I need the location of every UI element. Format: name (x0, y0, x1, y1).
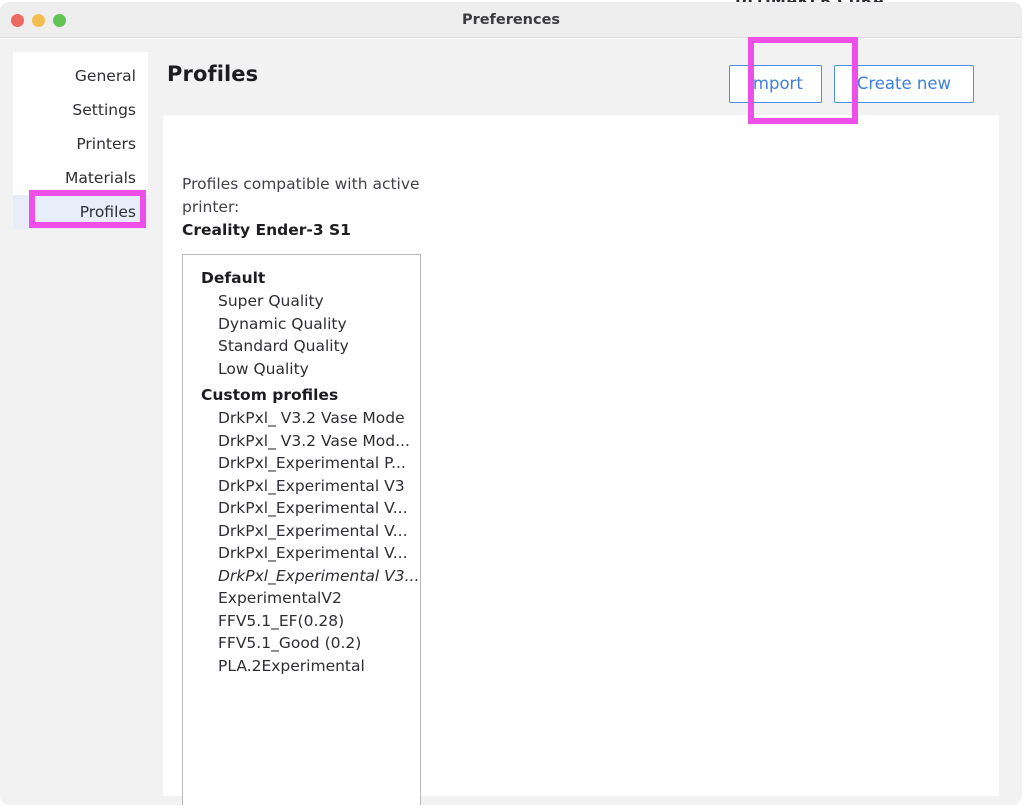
import-button[interactable]: Import (729, 65, 822, 103)
list-item[interactable]: DrkPxl_Experimental V3.... (183, 565, 420, 588)
header-action-group: Import Create new (729, 65, 974, 103)
list-item[interactable]: Dynamic Quality (183, 313, 420, 336)
window-titlebar: Preferences (0, 2, 1022, 38)
window-title: Preferences (0, 12, 1022, 28)
list-item[interactable]: DrkPxl_ V3.2 Vase Mode (183, 407, 420, 430)
list-item[interactable]: DrkPxl_Experimental V... (183, 497, 420, 520)
list-item[interactable]: DrkPxl_Experimental P... (183, 452, 420, 475)
list-item[interactable]: Standard Quality (183, 335, 420, 358)
list-item[interactable]: DrkPxl_Experimental V3 (183, 475, 420, 498)
list-item[interactable]: Low Quality (183, 358, 420, 381)
sidebar-item-general[interactable]: General (13, 59, 148, 93)
list-item[interactable]: DrkPxl_Experimental V... (183, 520, 420, 543)
list-item[interactable]: PLA.2Experimental (183, 655, 420, 678)
list-item[interactable]: DrkPxl_Experimental V... (183, 542, 420, 565)
sidebar-item-printers[interactable]: Printers (13, 127, 148, 161)
window-body: General Settings Printers Materials Prof… (0, 39, 1022, 805)
list-item[interactable]: FFV5.1_EF(0.28) (183, 610, 420, 633)
list-item[interactable]: Super Quality (183, 290, 420, 313)
active-printer-name: Creality Ender-3 S1 (182, 219, 422, 242)
list-item[interactable]: DrkPxl_ V3.2 Vase Mod... (183, 430, 420, 453)
preferences-window: Preferences General Settings Printers Ma… (0, 0, 1024, 808)
main-pane: Profiles Import Create new Profiles comp… (163, 39, 999, 796)
sidebar-item-label: Settings (72, 101, 136, 119)
sidebar-item-materials[interactable]: Materials (13, 161, 148, 195)
page-title: Profiles (167, 62, 258, 86)
list-item[interactable]: ExperimentalV2 (183, 587, 420, 610)
main-content: Profiles compatible with active printer:… (163, 115, 999, 796)
compatible-printer-info: Profiles compatible with active printer:… (182, 173, 422, 242)
main-header: Profiles Import Create new (163, 39, 999, 115)
sidebar-item-label: Materials (65, 169, 136, 187)
preferences-sidebar: General Settings Printers Materials Prof… (13, 52, 148, 229)
profile-group-header-default: Default (183, 266, 420, 290)
sidebar-item-label: Printers (76, 135, 136, 153)
sidebar-item-settings[interactable]: Settings (13, 93, 148, 127)
sidebar-item-profiles[interactable]: Profiles (13, 195, 148, 229)
profile-list[interactable]: Default Super Quality Dynamic Quality St… (182, 254, 421, 805)
compatible-printer-label: Profiles compatible with active printer: (182, 175, 420, 216)
profile-group-header-custom: Custom profiles (183, 383, 420, 407)
create-new-button[interactable]: Create new (834, 65, 974, 103)
list-item[interactable]: FFV5.1_Good (0.2) (183, 632, 420, 655)
sidebar-item-label: Profiles (80, 203, 136, 221)
sidebar-item-label: General (75, 67, 136, 85)
